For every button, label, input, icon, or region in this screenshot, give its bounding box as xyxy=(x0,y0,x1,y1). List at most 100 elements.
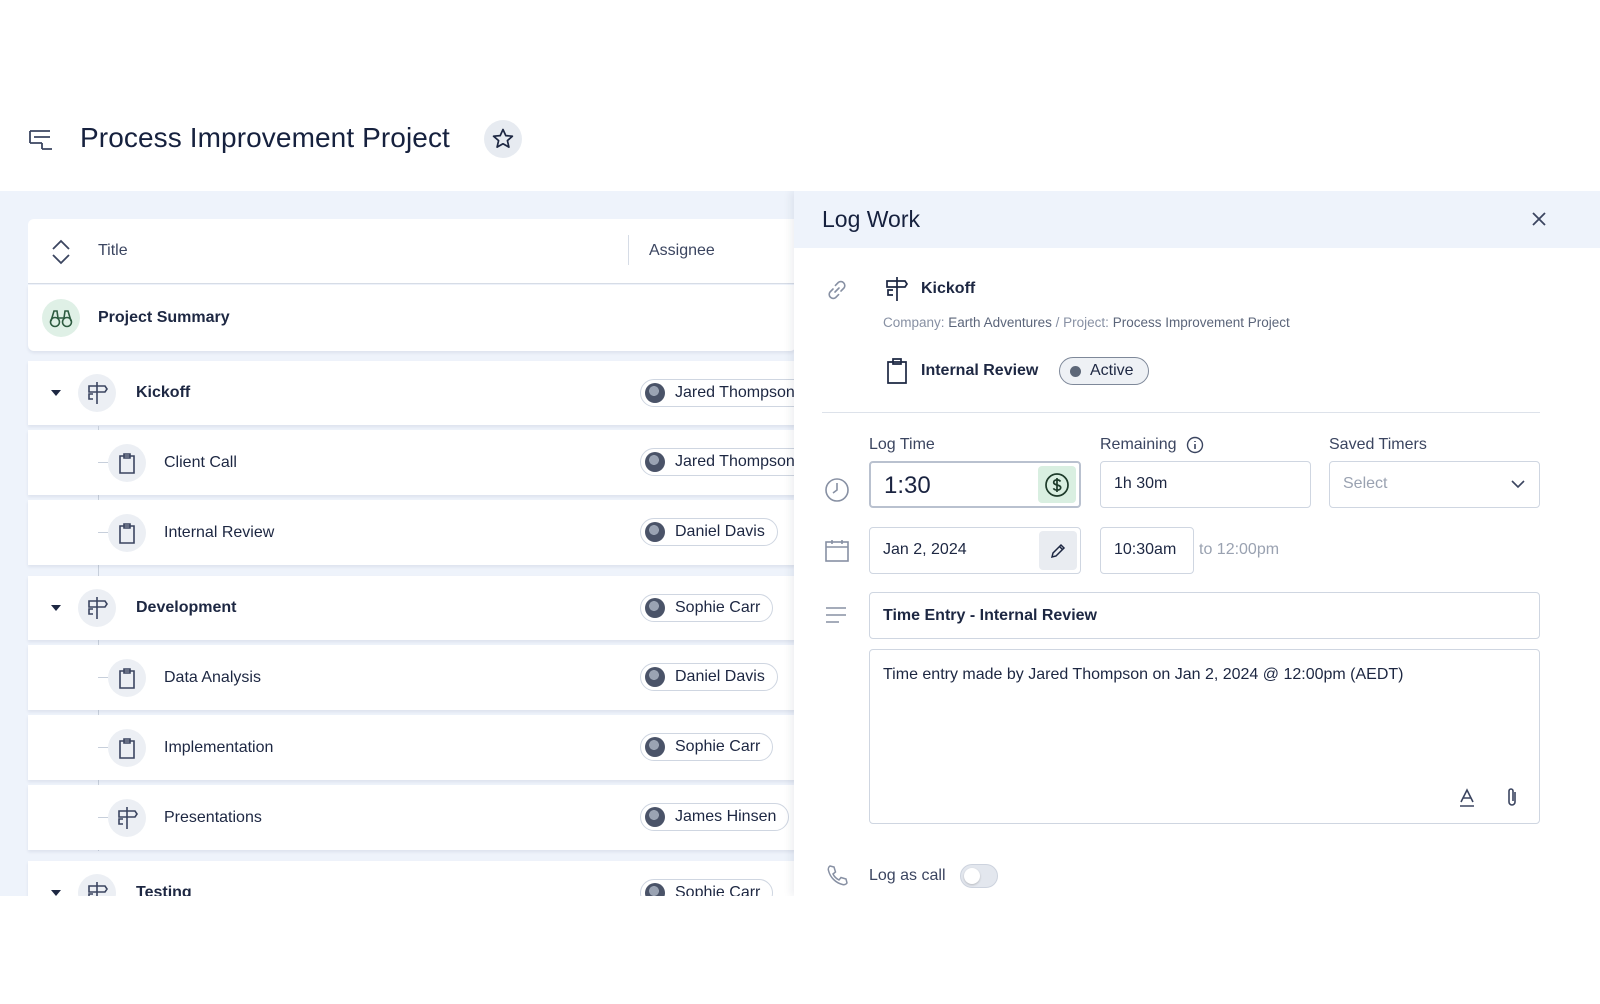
row-label: Development xyxy=(136,599,237,616)
caret-down-icon[interactable] xyxy=(50,604,62,612)
chevron-down-icon xyxy=(1511,480,1525,489)
clock-icon xyxy=(825,478,849,502)
remaining-input[interactable]: 1h 30m xyxy=(1100,461,1311,508)
column-divider[interactable] xyxy=(628,235,629,265)
table-row-development[interactable]: Development Sophie Carr xyxy=(28,576,796,640)
signpost-icon xyxy=(78,374,116,412)
status-text: Active xyxy=(1090,362,1134,379)
assignee-chip[interactable]: James Hinsen xyxy=(640,803,790,831)
breadcrumb-company[interactable]: Earth Adventures xyxy=(948,315,1052,330)
table-row-implementation[interactable]: Implementation Sophie Carr xyxy=(28,715,796,780)
close-icon[interactable] xyxy=(1529,209,1549,229)
breadcrumb-project-prefix: Project: xyxy=(1063,315,1109,330)
assignee-name: James Hinsen xyxy=(675,808,777,825)
avatar xyxy=(645,522,665,542)
info-icon[interactable] xyxy=(1186,436,1204,454)
assignee-chip[interactable]: Daniel Davis xyxy=(640,518,778,546)
billable-toggle-button[interactable] xyxy=(1038,466,1076,503)
breadcrumb-project[interactable]: Process Improvement Project xyxy=(1113,315,1290,330)
text-format-icon[interactable] xyxy=(1457,788,1477,808)
table-row-data-analysis[interactable]: Data Analysis Daniel Davis xyxy=(28,645,796,710)
dollar-icon xyxy=(1045,472,1069,497)
project-summary-label: Project Summary xyxy=(98,309,230,326)
sort-icon[interactable] xyxy=(50,239,72,265)
clipboard-icon xyxy=(108,659,146,697)
assignee-name: Jared Thompson xyxy=(675,384,795,401)
assignee-name: Jared Thompson xyxy=(675,453,795,470)
table-row-kickoff[interactable]: Kickoff Jared Thompson xyxy=(28,361,808,425)
tree-branch xyxy=(98,532,108,533)
start-time-input[interactable]: 10:30am xyxy=(1100,527,1194,574)
breadcrumb-separator: / xyxy=(1051,315,1064,330)
panel-header: Log Work xyxy=(794,191,1600,248)
remaining-value: 1h 30m xyxy=(1114,475,1168,492)
signpost-icon xyxy=(886,277,909,301)
project-summary-row[interactable]: Project Summary xyxy=(28,285,796,351)
clipboard-icon xyxy=(108,514,146,552)
calendar-icon xyxy=(825,540,849,562)
saved-timers-label: Saved Timers xyxy=(1329,436,1427,453)
log-time-value: 1:30 xyxy=(884,472,931,499)
assignee-chip[interactable]: Sophie Carr xyxy=(640,733,774,761)
tree-branch xyxy=(98,462,108,463)
description-textarea[interactable]: Time entry made by Jared Thompson on Jan… xyxy=(869,649,1540,824)
avatar xyxy=(645,383,665,403)
date-input[interactable]: Jan 2, 2024 xyxy=(869,527,1081,574)
main-area: Title Assignee Project Summary Kickoff J… xyxy=(0,191,1600,896)
task-label[interactable]: Internal Review xyxy=(921,362,1038,380)
clipboard-icon xyxy=(108,729,146,767)
table-row-client-call[interactable]: Client Call Jared Thompson xyxy=(28,430,808,495)
avatar xyxy=(645,452,665,472)
tree-branch xyxy=(98,747,108,748)
edit-date-button[interactable] xyxy=(1039,531,1077,570)
assignee-chip[interactable]: Sophie Carr xyxy=(640,879,774,896)
phone-icon xyxy=(827,865,848,886)
assignee-name: Daniel Davis xyxy=(675,523,765,540)
assignee-name: Sophie Carr xyxy=(675,738,761,755)
binoculars-icon xyxy=(42,299,80,337)
parent-task-label[interactable]: Kickoff xyxy=(921,280,975,298)
caret-down-icon[interactable] xyxy=(50,389,62,397)
end-time-text[interactable]: to 12:00pm xyxy=(1199,541,1279,559)
status-badge[interactable]: Active xyxy=(1059,357,1149,385)
row-label: Implementation xyxy=(164,739,274,756)
signpost-icon xyxy=(78,589,116,627)
assignee-chip[interactable]: Daniel Davis xyxy=(640,663,778,691)
assignee-chip[interactable]: Sophie Carr xyxy=(640,594,774,622)
row-label: Kickoff xyxy=(136,384,191,401)
avatar xyxy=(645,883,665,896)
log-work-panel: Log Work Kickoff Company: Earth Adventur… xyxy=(794,191,1600,896)
caret-down-icon[interactable] xyxy=(50,889,62,896)
breadcrumb: Company: Earth Adventures / Project: Pro… xyxy=(883,315,1290,330)
clipboard-icon xyxy=(887,358,907,384)
favorite-button[interactable] xyxy=(484,120,522,158)
assignee-chip[interactable]: Jared Thompson xyxy=(640,379,808,407)
assignee-name: Sophie Carr xyxy=(675,884,761,896)
assignee-chip[interactable]: Jared Thompson xyxy=(640,448,808,476)
table-row-internal-review[interactable]: Internal Review Daniel Davis xyxy=(28,500,796,565)
saved-timers-select[interactable]: Select xyxy=(1329,461,1540,508)
pencil-icon xyxy=(1050,543,1066,558)
table-row-testing[interactable]: Testing Sophie Carr xyxy=(28,861,796,896)
log-as-call-toggle[interactable] xyxy=(960,864,998,888)
clipboard-icon xyxy=(108,444,146,482)
breadcrumb-company-prefix: Company: xyxy=(883,315,945,330)
column-header-assignee[interactable]: Assignee xyxy=(649,242,715,260)
log-time-input[interactable]: 1:30 xyxy=(869,461,1081,508)
attachment-icon[interactable] xyxy=(1504,786,1520,808)
saved-timers-placeholder: Select xyxy=(1343,475,1388,492)
entry-title-value: Time Entry - Internal Review xyxy=(883,607,1097,624)
avatar xyxy=(645,598,665,618)
signpost-icon xyxy=(78,874,116,896)
link-icon[interactable] xyxy=(824,277,850,303)
avatar xyxy=(645,807,665,827)
table-row-presentations[interactable]: Presentations James Hinsen xyxy=(28,785,796,850)
start-time-value: 10:30am xyxy=(1114,541,1177,558)
remaining-label: Remaining xyxy=(1100,436,1177,453)
row-label: Internal Review xyxy=(164,524,275,541)
avatar xyxy=(645,737,665,757)
entry-title-input[interactable]: Time Entry - Internal Review xyxy=(869,592,1540,639)
project-tree-icon[interactable] xyxy=(28,126,56,154)
column-header-title[interactable]: Title xyxy=(98,242,128,260)
text-lines-icon xyxy=(826,607,846,623)
